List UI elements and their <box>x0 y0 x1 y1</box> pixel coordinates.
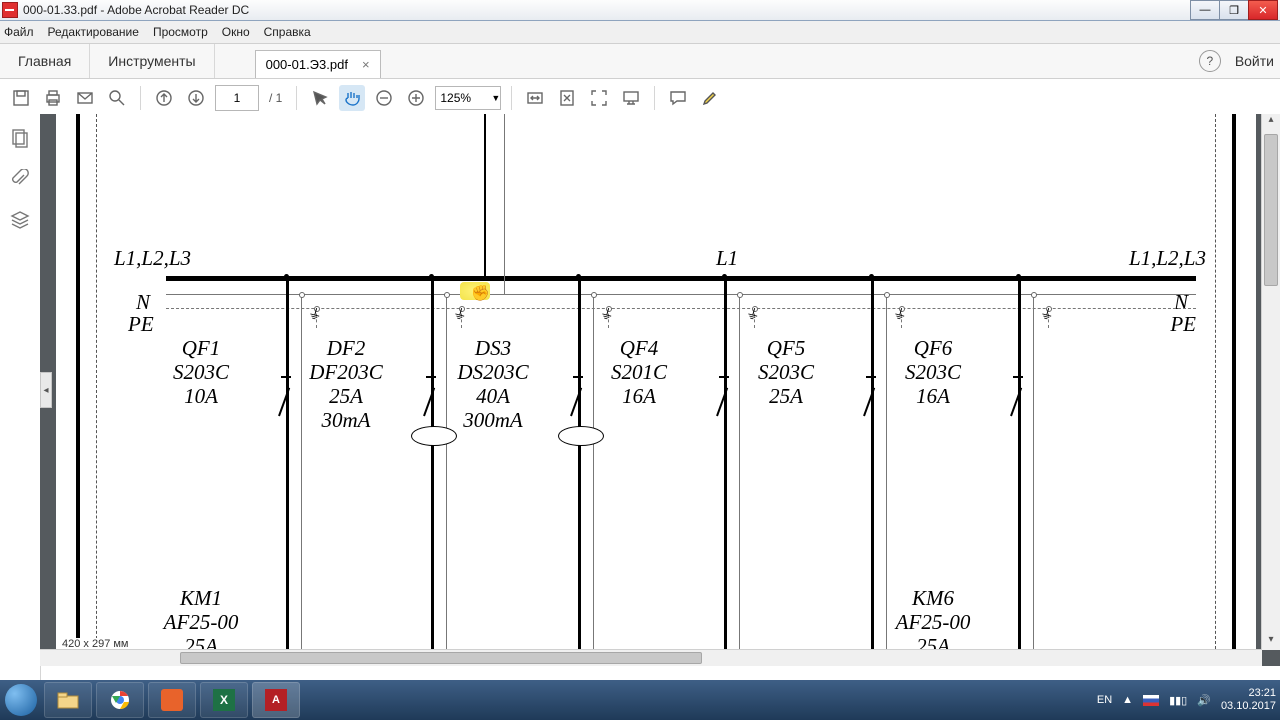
tray-up-icon[interactable]: ▲ <box>1122 694 1133 706</box>
close-button[interactable]: ✕ <box>1248 0 1278 20</box>
tab-document[interactable]: 000-01.Э3.pdf × <box>255 50 381 78</box>
branch-label: QF6S203C16A <box>858 336 1008 408</box>
collapse-sidepanel-icon[interactable]: ◂ <box>40 372 52 408</box>
page-total: / 1 <box>269 91 282 105</box>
search-icon[interactable] <box>104 85 130 111</box>
thumbnails-icon[interactable] <box>10 128 30 151</box>
branch-label: QF4S201C16A <box>564 336 714 408</box>
maximize-button[interactable]: ❐ <box>1219 0 1249 20</box>
side-panel <box>0 114 41 680</box>
tab-tools[interactable]: Инструменты <box>90 44 214 78</box>
document-page[interactable]: L1,L2,L3 L1 L1,L2,L3 N N PE PE ✊ ⏚QF1S20… <box>56 114 1256 650</box>
layers-icon[interactable] <box>10 210 30 233</box>
label-phase-right: L1,L2,L3 <box>1129 246 1206 271</box>
page-up-icon[interactable] <box>151 85 177 111</box>
menu-window[interactable]: Окно <box>222 25 250 39</box>
pdf-icon <box>2 2 18 18</box>
document-viewport: ◂ L1,L2,L3 L1 L1,L2,L3 N N PE PE ✊ ⏚QF1S… <box>40 114 1280 666</box>
label-phase-left: L1,L2,L3 <box>114 246 191 271</box>
task-excel[interactable]: X <box>200 682 248 718</box>
page-down-icon[interactable] <box>183 85 209 111</box>
branch-label: QF5S203C25A <box>711 336 861 408</box>
hand-tool-icon[interactable] <box>339 85 365 111</box>
zoom-select[interactable]: 125%▼ <box>435 86 501 110</box>
login-button[interactable]: Войти <box>1235 53 1274 69</box>
read-mode-icon[interactable] <box>618 85 644 111</box>
contactor-label: KM1AF25-0025A <box>126 586 276 650</box>
tray-clock[interactable]: 23:2103.10.2017 <box>1221 687 1276 713</box>
tray-network-icon[interactable]: ▮▮▯ <box>1169 694 1187 707</box>
scrollbar-vertical[interactable]: ▴ ▾ <box>1261 114 1280 650</box>
comment-icon[interactable] <box>665 85 691 111</box>
select-tool-icon[interactable] <box>307 85 333 111</box>
menu-bar: Файл Редактирование Просмотр Окно Справк… <box>0 21 1280 44</box>
tray-flag-icon[interactable] <box>1143 695 1159 706</box>
branch-label: DS3DS203C40A300mA <box>418 336 568 432</box>
start-button[interactable] <box>0 680 42 720</box>
tab-document-label: 000-01.Э3.pdf <box>266 57 348 72</box>
branch-label: DF2DF203C25A30mA <box>271 336 421 432</box>
task-acrobat[interactable]: A <box>252 682 300 718</box>
contactor-label: KM6AF25-0025A <box>858 586 1008 650</box>
branch-label: QF1S203C10A <box>126 336 276 408</box>
tab-close-icon[interactable]: × <box>362 57 370 72</box>
label-phase-mid: L1 <box>716 246 738 271</box>
attachments-icon[interactable] <box>10 169 30 192</box>
rcd-symbol <box>558 426 604 446</box>
label-pe-left: PE <box>128 312 154 337</box>
minimize-button[interactable]: — <box>1190 0 1220 20</box>
fit-width-icon[interactable] <box>522 85 548 111</box>
mail-icon[interactable] <box>72 85 98 111</box>
menu-view[interactable]: Просмотр <box>153 25 208 39</box>
page-number-input[interactable] <box>215 85 259 111</box>
bus-n <box>166 294 1196 295</box>
window-titlebar: 000-01.33.pdf - Adobe Acrobat Reader DC … <box>0 0 1280 21</box>
hand-cursor-icon: ✊ <box>471 284 490 303</box>
system-tray[interactable]: EN ▲ ▮▮▯ 🔊 23:2103.10.2017 <box>1097 687 1280 713</box>
scrollbar-horizontal[interactable] <box>40 649 1262 666</box>
tab-strip: Главная Инструменты 000-01.Э3.pdf × ? Во… <box>0 44 1280 79</box>
fit-page-icon[interactable] <box>554 85 580 111</box>
menu-file[interactable]: Файл <box>4 25 34 39</box>
task-app-orange[interactable] <box>148 682 196 718</box>
fullscreen-icon[interactable] <box>586 85 612 111</box>
highlight-icon[interactable] <box>697 85 723 111</box>
bus-l <box>166 276 1196 281</box>
save-icon[interactable] <box>8 85 34 111</box>
task-explorer[interactable] <box>44 682 92 718</box>
zoom-out-icon[interactable] <box>371 85 397 111</box>
menu-edit[interactable]: Редактирование <box>48 25 139 39</box>
toolbar: / 1 125%▼ <box>0 79 1280 118</box>
zoom-in-icon[interactable] <box>403 85 429 111</box>
window-title: 000-01.33.pdf - Adobe Acrobat Reader DC <box>23 3 249 17</box>
menu-help[interactable]: Справка <box>264 25 311 39</box>
tray-lang[interactable]: EN <box>1097 694 1112 706</box>
taskbar: X A EN ▲ ▮▮▯ 🔊 23:2103.10.2017 <box>0 680 1280 720</box>
task-chrome[interactable] <box>96 682 144 718</box>
tray-sound-icon[interactable]: 🔊 <box>1197 694 1211 707</box>
label-pe-right: PE <box>1170 312 1196 337</box>
help-icon[interactable]: ? <box>1199 50 1221 72</box>
print-icon[interactable] <box>40 85 66 111</box>
tab-home[interactable]: Главная <box>0 44 90 78</box>
